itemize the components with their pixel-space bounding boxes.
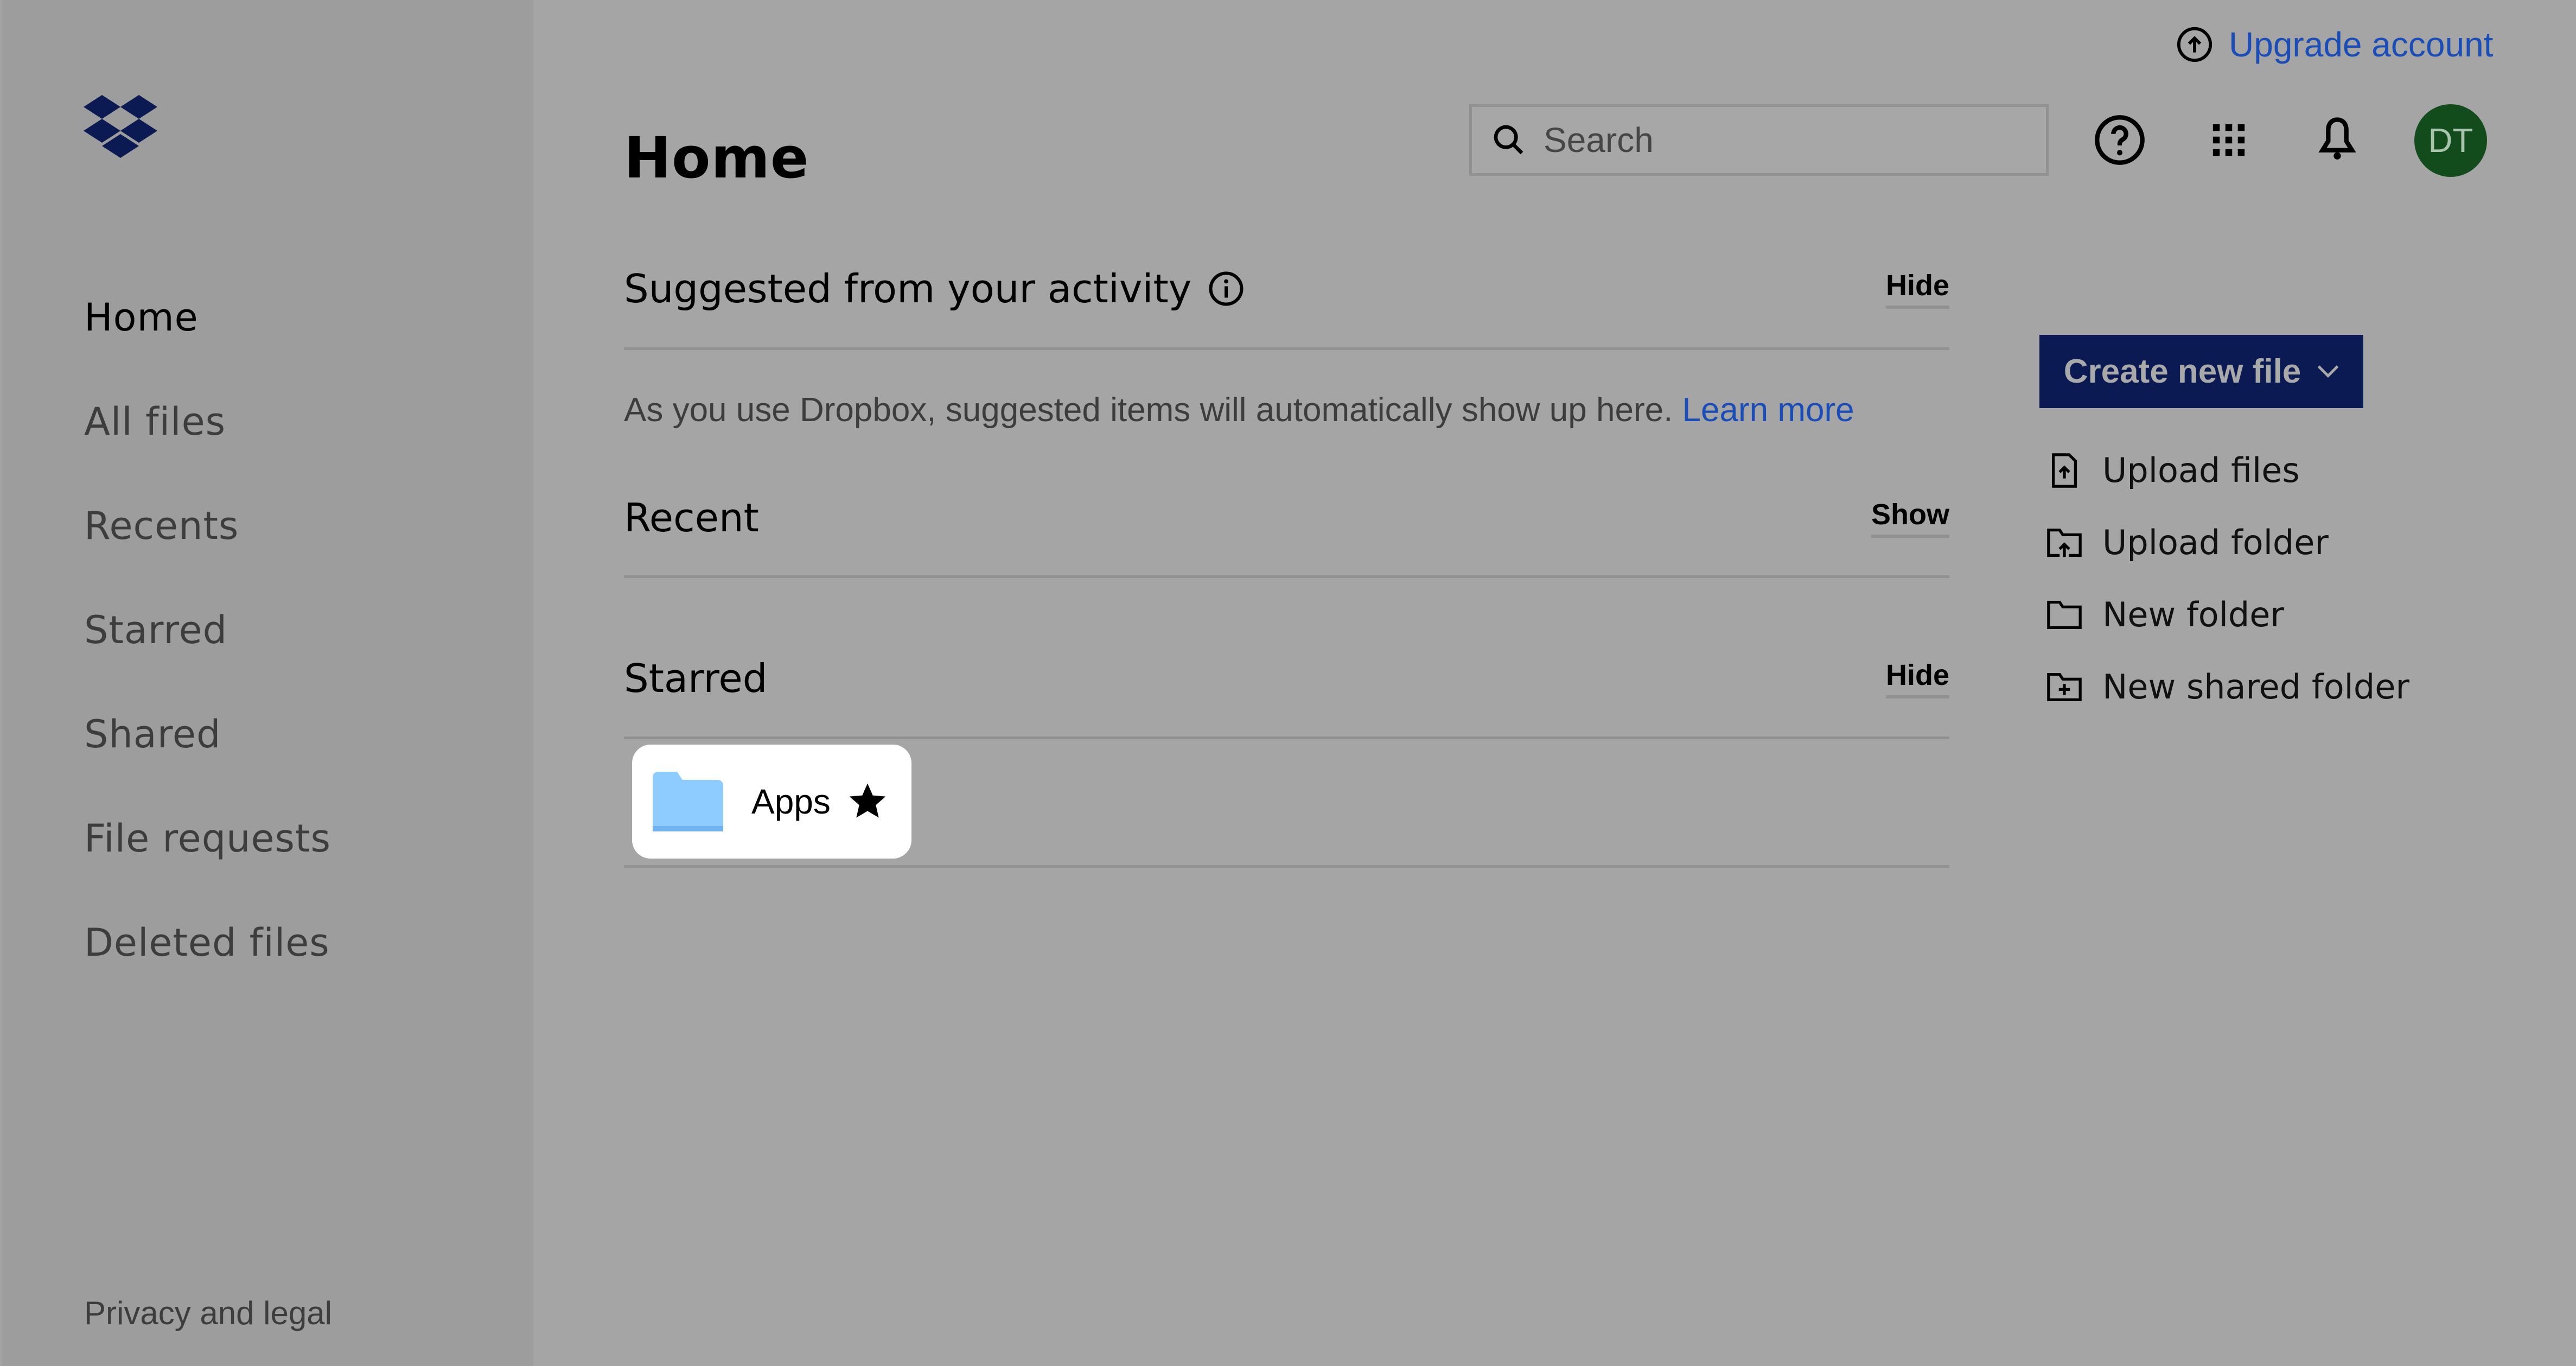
sidebar-item-recents[interactable]: Recents <box>84 501 331 606</box>
help-icon[interactable] <box>2093 113 2147 167</box>
starred-hide-button[interactable]: Hide <box>1885 658 1949 698</box>
new-folder-label: New folder <box>2102 595 2284 634</box>
learn-more-link[interactable]: Learn more <box>1682 391 1854 429</box>
privacy-legal-link[interactable]: Privacy and legal <box>84 1294 332 1332</box>
search-box[interactable] <box>1469 104 2049 176</box>
new-shared-folder-action[interactable]: New shared folder <box>2045 651 2409 723</box>
recent-section-title: Recent <box>624 495 759 541</box>
quick-actions-list: Upload files Upload folder New folder Ne… <box>2045 434 2409 723</box>
suggested-divider <box>624 347 1949 350</box>
suggested-empty-message: As you use Dropbox, suggested items will… <box>624 391 1854 429</box>
sidebar-item-starred[interactable]: Starred <box>84 606 331 710</box>
upload-folder-action[interactable]: Upload folder <box>2045 506 2409 579</box>
folder-outline-icon <box>2047 600 2082 629</box>
upgrade-account-label: Upgrade account <box>2229 25 2494 64</box>
starred-item-name: Apps <box>751 782 831 821</box>
recent-divider <box>624 575 1949 578</box>
info-icon[interactable] <box>1207 269 1246 308</box>
upload-folder-icon <box>2047 528 2082 557</box>
recent-section-header: Recent Show <box>624 495 1949 541</box>
upload-files-action[interactable]: Upload files <box>2045 434 2409 506</box>
starred-section-title: Starred <box>624 656 768 701</box>
upload-file-icon <box>2051 453 2077 488</box>
user-avatar[interactable]: DT <box>2414 104 2487 177</box>
sidebar: Home All files Recents Starred Shared Fi… <box>0 0 533 1366</box>
suggested-message-text: As you use Dropbox, suggested items will… <box>624 391 1673 429</box>
upload-folder-label: Upload folder <box>2102 523 2329 562</box>
sidebar-item-all-files[interactable]: All files <box>84 397 331 501</box>
search-input[interactable] <box>1542 119 1979 161</box>
folder-icon <box>653 772 723 831</box>
shared-folder-plus-icon <box>2047 672 2082 701</box>
suggested-hide-button[interactable]: Hide <box>1885 269 1949 309</box>
sidebar-item-file-requests[interactable]: File requests <box>84 814 331 918</box>
chevron-down-icon <box>2318 365 2339 378</box>
starred-section-header: Starred Hide <box>624 656 1949 701</box>
recent-show-button[interactable]: Show <box>1871 498 1949 538</box>
sidebar-item-shared[interactable]: Shared <box>84 710 331 814</box>
sidebar-item-deleted-files[interactable]: Deleted files <box>84 918 331 1022</box>
notification-bell-icon[interactable] <box>2310 113 2364 167</box>
starred-bottom-divider <box>624 865 1949 868</box>
upgrade-arrow-icon <box>2177 27 2212 62</box>
create-new-file-label: Create new file <box>2063 353 2301 390</box>
new-shared-folder-label: New shared folder <box>2102 667 2409 707</box>
dropbox-logo-icon[interactable] <box>84 95 157 158</box>
suggested-section-title: Suggested from your activity <box>624 266 1246 312</box>
sidebar-nav: Home All files Recents Starred Shared Fi… <box>84 293 331 1022</box>
search-icon <box>1494 125 1523 155</box>
star-filled-icon[interactable] <box>846 780 889 823</box>
starred-divider <box>624 736 1949 739</box>
suggested-section-header: Suggested from your activity Hide <box>624 266 1949 312</box>
sidebar-item-home[interactable]: Home <box>84 293 331 397</box>
upgrade-account-link[interactable]: Upgrade account <box>2176 24 2493 65</box>
starred-item-apps[interactable]: Apps <box>632 745 911 859</box>
create-new-file-button[interactable]: Create new file <box>2039 335 2363 408</box>
apps-grid-icon[interactable] <box>2202 113 2256 167</box>
new-folder-action[interactable]: New folder <box>2045 579 2409 651</box>
page-title: Home <box>624 125 809 191</box>
upload-files-label: Upload files <box>2102 450 2300 490</box>
suggested-title-text: Suggested from your activity <box>624 266 1192 312</box>
